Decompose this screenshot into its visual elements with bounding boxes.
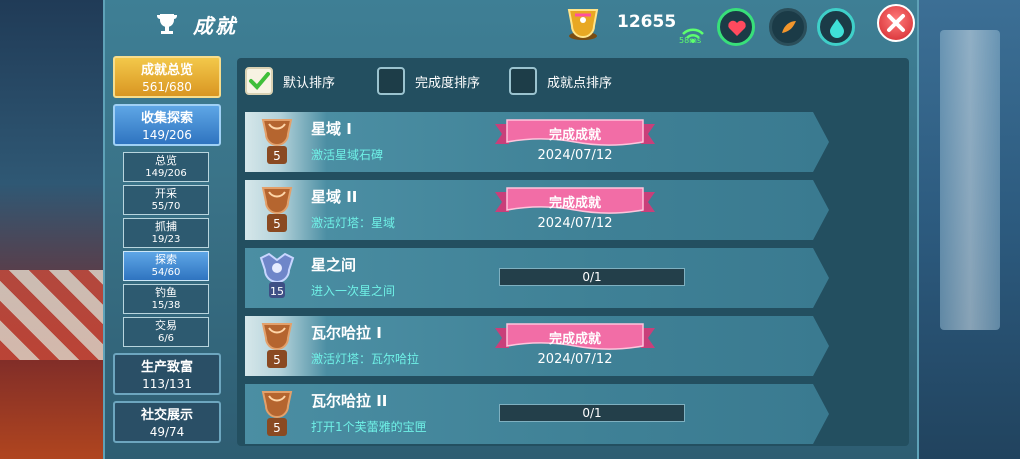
category-sidebar: 成就总览 561/680 收集探索 149/206 总览 149/206 开采 … (113, 56, 225, 449)
achievement-name: 瓦尔哈拉 II (311, 392, 388, 410)
category-count: 49/74 (149, 425, 185, 439)
category-production[interactable]: 生产致富 113/131 (113, 353, 221, 395)
achievement-row[interactable]: 15 星之间 进入一次星之间 0/1 (245, 248, 829, 308)
bronze-medal-icon: 5 (261, 391, 293, 436)
subcategory-count: 19/23 (151, 234, 181, 245)
achievement-row[interactable]: 5 瓦尔哈拉 I 激活灯塔：瓦尔哈拉 完成成就 2024/07/12 (245, 316, 829, 376)
achievement-panel: 成就 12655 58ms 成就总览 561/680 收集探索 149/206 … (103, 0, 919, 459)
panel-header: 成就 12655 58ms (105, 0, 917, 48)
subcategory-count: 54/60 (151, 267, 181, 278)
sort-default-option[interactable]: 默认排序 (245, 66, 335, 96)
progress-text: 0/1 (582, 270, 602, 284)
sort-points-checkbox[interactable] (509, 67, 537, 95)
background-scene-right (915, 0, 1020, 459)
subcategory-label: 交易 (155, 319, 177, 332)
achievement-name: 星域 II (311, 188, 358, 206)
achievement-name: 瓦尔哈拉 I (311, 324, 382, 342)
subcategory-label: 总览 (155, 154, 177, 167)
subcategory-label: 开采 (155, 187, 177, 200)
medal-points: 5 (273, 217, 281, 231)
subcategory-label: 钓鱼 (155, 286, 177, 299)
sort-default-label: 默认排序 (283, 75, 336, 91)
achievement-desc: 激活灯塔：瓦尔哈拉 (311, 352, 420, 366)
subcategory-list: 总览 149/206 开采 55/70 抓捕 19/23 探索 54/60 钓鱼… (123, 152, 225, 347)
medal-points: 15 (270, 285, 284, 298)
completion-date: 2024/07/12 (537, 216, 613, 231)
category-count: 149/206 (142, 128, 192, 142)
sort-points-label: 成就点排序 (547, 75, 613, 91)
sort-points-option[interactable]: 成就点排序 (509, 66, 612, 96)
sort-completion-option[interactable]: 完成度排序 (377, 66, 480, 96)
close-icon (887, 14, 905, 32)
health-stat (717, 8, 755, 46)
achievement-row[interactable]: 5 星域 II 激活灯塔：星域 完成成就 2024/07/12 (245, 180, 829, 240)
completed-label: 完成成就 (548, 128, 601, 143)
achievement-desc: 进入一次星之间 (311, 284, 396, 298)
category-count: 561/680 (142, 80, 192, 94)
checkmark-icon (249, 72, 270, 90)
subcategory-trade[interactable]: 交易 6/6 (123, 317, 209, 347)
category-count: 113/131 (142, 377, 192, 391)
hunger-stat (769, 8, 807, 46)
category-label: 生产致富 (140, 360, 193, 375)
category-label: 收集探索 (140, 111, 193, 126)
subcategory-mining[interactable]: 开采 55/70 (123, 185, 209, 215)
heart-icon (728, 20, 746, 36)
water-drop-icon (830, 19, 844, 38)
subcategory-fishing[interactable]: 钓鱼 15/38 (123, 284, 209, 314)
food-icon (782, 21, 796, 33)
subcategory-count: 149/206 (145, 168, 187, 179)
achievement-name: 星域 I (311, 120, 352, 138)
category-label: 成就总览 (140, 63, 193, 78)
ping-text: 58ms (679, 36, 702, 45)
gold-cup-icon (567, 9, 599, 40)
category-label: 社交展示 (140, 408, 193, 423)
bronze-medal-icon: 5 (261, 119, 293, 164)
background-pillar (940, 30, 1000, 330)
background-carpet (0, 270, 110, 360)
progress-text: 0/1 (582, 406, 602, 420)
achievement-list-area: 默认排序 完成度排序 成就点排序 5 星域 I 激活星域石碑 完成成就 2024… (237, 58, 909, 446)
medal-points: 5 (273, 353, 281, 367)
category-collect-explore[interactable]: 收集探索 149/206 (113, 104, 221, 146)
medal-points: 5 (273, 421, 281, 435)
sort-completion-label: 完成度排序 (415, 75, 481, 91)
category-social[interactable]: 社交展示 49/74 (113, 401, 221, 443)
trophy-icon (157, 14, 177, 34)
sort-default-checkbox[interactable] (245, 67, 273, 95)
subcategory-label: 探索 (155, 253, 177, 266)
page-title: 成就 (193, 14, 237, 38)
subcategory-count: 55/70 (151, 201, 181, 212)
subcategory-count: 15/38 (151, 300, 181, 311)
completed-label: 完成成就 (548, 196, 601, 211)
achievement-progress-bar: 0/1 (499, 268, 685, 286)
subcategory-count: 6/6 (157, 333, 175, 344)
sort-completion-checkbox[interactable] (377, 67, 405, 95)
close-button[interactable] (877, 4, 915, 42)
bronze-medal-icon: 5 (261, 187, 293, 232)
completed-label: 完成成就 (548, 332, 601, 347)
subcategory-overview[interactable]: 总览 149/206 (123, 152, 209, 182)
achievement-desc: 激活灯塔：星域 (311, 216, 396, 230)
achievement-progress-bar: 0/1 (499, 404, 685, 422)
subcategory-explore[interactable]: 探索 54/60 (123, 251, 209, 281)
subcategory-label: 抓捕 (155, 220, 177, 233)
achievement-row[interactable]: 5 瓦尔哈拉 II 打开1个芙蕾雅的宝匣 0/1 (245, 384, 829, 444)
category-overview[interactable]: 成就总览 561/680 (113, 56, 221, 98)
achievement-name: 星之间 (311, 256, 357, 274)
completion-date: 2024/07/12 (537, 352, 613, 367)
achievement-desc: 激活星域石碑 (311, 148, 384, 162)
achievement-points: 12655 (617, 12, 677, 32)
completion-date: 2024/07/12 (537, 148, 613, 163)
silver-star-medal-icon: 15 (259, 252, 295, 298)
subcategory-capture[interactable]: 抓捕 19/23 (123, 218, 209, 248)
thirst-stat (817, 8, 855, 46)
medal-points: 5 (273, 149, 281, 163)
background-scene-left (0, 0, 110, 459)
achievement-desc: 打开1个芙蕾雅的宝匣 (311, 420, 427, 434)
bronze-medal-icon: 5 (261, 323, 293, 368)
achievement-row[interactable]: 5 星域 I 激活星域石碑 完成成就 2024/07/12 (245, 112, 829, 172)
